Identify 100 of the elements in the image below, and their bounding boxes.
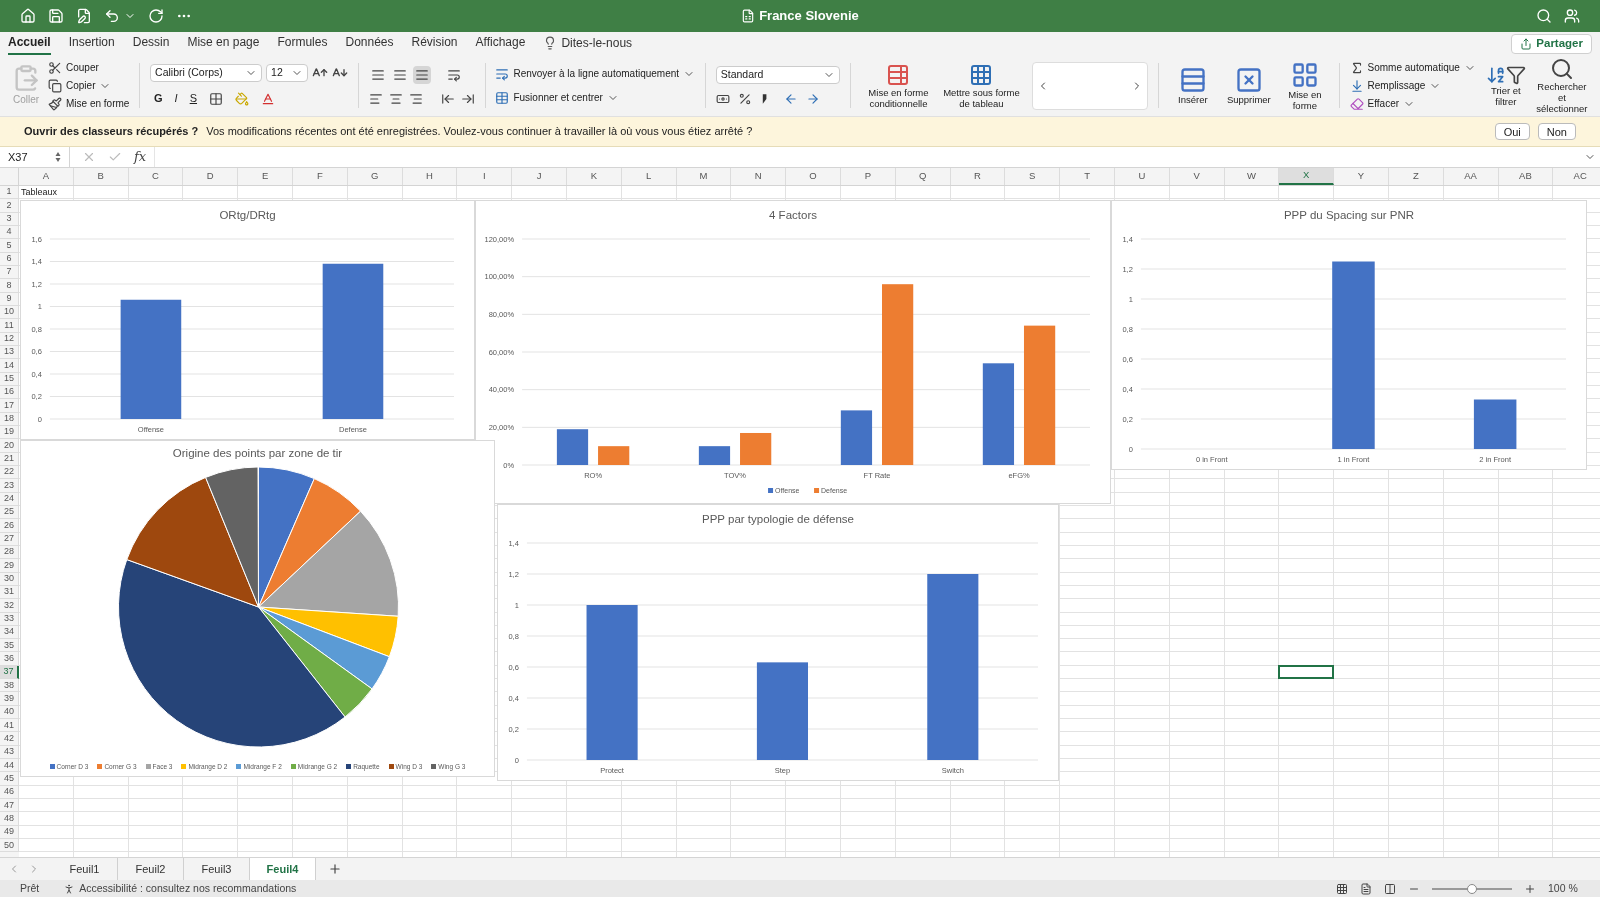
sort-filter-button[interactable]: Trier et filtrer [1485, 64, 1526, 107]
share-button[interactable]: Partager [1511, 34, 1592, 54]
row-header[interactable]: 2 [0, 199, 19, 213]
bold-button[interactable]: G [154, 90, 163, 107]
ribbon-tab[interactable]: Données [345, 33, 394, 55]
row-header[interactable]: 35 [0, 639, 19, 653]
column-header[interactable]: H [402, 168, 458, 185]
percent-icon[interactable] [737, 91, 752, 106]
row-header[interactable]: 50 [0, 839, 19, 853]
row-header[interactable]: 48 [0, 812, 19, 826]
increase-indent-icon[interactable] [460, 91, 475, 106]
column-header[interactable]: Z [1388, 168, 1444, 185]
row-header[interactable]: 11 [0, 319, 19, 333]
save-icon[interactable] [48, 8, 64, 24]
row-header[interactable]: 26 [0, 519, 19, 533]
column-header[interactable]: J [512, 168, 567, 185]
wrap-text-button[interactable]: Renvoyer à la ligne automatiquement [495, 66, 696, 81]
column-header[interactable]: O [786, 168, 841, 185]
row-header[interactable]: 20 [0, 439, 19, 453]
ribbon-tab[interactable]: Dessin [132, 33, 170, 55]
row-header[interactable]: 8 [0, 279, 19, 293]
format-painter-button[interactable]: Mise en forme [48, 96, 130, 111]
column-header[interactable]: AB [1498, 168, 1554, 185]
normal-view-icon[interactable] [1336, 882, 1348, 895]
row-header[interactable]: 17 [0, 399, 19, 413]
merge-button[interactable]: Fusionner et centrer [495, 90, 696, 105]
cut-button[interactable]: Couper [48, 60, 130, 75]
cells-button[interactable]: Supprimer [1224, 66, 1273, 105]
decrease-decimal-icon[interactable] [805, 91, 820, 106]
row-header[interactable]: 38 [0, 679, 19, 693]
cells-button[interactable]: Insérer [1168, 66, 1217, 105]
vertical-align-button[interactable] [412, 65, 431, 84]
row-header[interactable]: 36 [0, 652, 19, 666]
italic-button[interactable]: I [174, 90, 178, 107]
column-header[interactable]: U [1114, 168, 1170, 185]
align-center-icon[interactable] [388, 91, 403, 106]
ribbon-tab[interactable]: Insertion [68, 33, 115, 55]
column-header[interactable]: M [676, 168, 732, 185]
column-header[interactable]: AA [1443, 168, 1499, 185]
column-header[interactable]: E [238, 168, 293, 185]
ribbon-tab[interactable]: Affichage [475, 33, 526, 55]
notification-button[interactable]: Non [1537, 123, 1576, 140]
conditional-format-button[interactable]: Mise en forme conditionnelle [860, 62, 937, 109]
row-header[interactable]: 23 [0, 479, 19, 493]
underline-button[interactable]: S [189, 90, 197, 107]
copy-button[interactable]: Copier [48, 78, 130, 93]
row-header[interactable]: 5 [0, 239, 19, 253]
ribbon-tab[interactable]: Révision [411, 33, 458, 55]
column-header[interactable]: X [1279, 168, 1335, 185]
align-left-icon[interactable] [368, 91, 383, 106]
column-header[interactable]: Q [895, 168, 951, 185]
find-select-button[interactable]: Rechercher et sélectionner [1535, 57, 1588, 114]
zoom-level[interactable]: 100 % [1548, 880, 1580, 897]
column-header[interactable]: K [566, 168, 622, 185]
row-header[interactable]: 44 [0, 759, 19, 773]
row-header[interactable]: 41 [0, 719, 19, 733]
font-size-dropdown[interactable]: 12 [266, 64, 309, 83]
align-right-icon[interactable] [408, 91, 423, 106]
column-header[interactable]: F [293, 168, 348, 185]
borders-icon[interactable] [209, 91, 223, 106]
fill-color-icon[interactable] [235, 91, 249, 106]
clear-button[interactable]: Effacer [1349, 96, 1476, 111]
row-header[interactable]: 42 [0, 732, 19, 746]
decrease-indent-icon[interactable] [440, 91, 455, 106]
column-header[interactable]: C [128, 168, 184, 185]
people-icon[interactable] [1564, 8, 1580, 24]
row-header[interactable]: 32 [0, 599, 19, 613]
font-name-dropdown[interactable]: Calibri (Corps) [150, 64, 263, 83]
selected-cell[interactable] [1278, 664, 1335, 680]
orientation-icon[interactable] [446, 67, 461, 82]
column-header[interactable]: P [840, 168, 896, 185]
column-header[interactable]: L [621, 168, 677, 185]
notification-button[interactable]: Oui [1494, 123, 1530, 140]
row-header[interactable]: 45 [0, 772, 19, 786]
column-header[interactable]: G [347, 168, 403, 185]
accessibility-status[interactable]: Accessibilité : consultez nos recommandations [79, 880, 297, 897]
column-header[interactable]: N [731, 168, 787, 185]
name-box[interactable]: X37 [0, 147, 70, 167]
column-header[interactable]: I [457, 168, 513, 185]
row-header[interactable]: 47 [0, 799, 19, 813]
column-header[interactable]: AC [1553, 168, 1600, 185]
fill-button[interactable]: Remplissage [1349, 78, 1476, 93]
column-header[interactable]: A [19, 168, 74, 185]
tell-me-field[interactable]: Dites-le-nous [561, 34, 633, 52]
function-button[interactable]: fx [134, 147, 147, 167]
number-format-dropdown[interactable]: Standard [715, 65, 840, 84]
row-header[interactable]: 29 [0, 559, 19, 573]
column-header[interactable]: S [1005, 168, 1061, 185]
page-layout-icon[interactable] [1360, 882, 1372, 895]
undo-icon[interactable] [104, 8, 120, 24]
zoom-in-icon[interactable] [1524, 882, 1536, 895]
autosum-button[interactable]: Somme automatique [1349, 60, 1476, 75]
redo-icon[interactable] [148, 8, 164, 24]
add-sheet-icon[interactable] [328, 862, 342, 876]
column-header[interactable]: D [183, 168, 239, 185]
row-header[interactable]: 1 [0, 186, 19, 200]
format-as-table-button[interactable]: Mettre sous forme de tableau [940, 62, 1023, 109]
stepper-icon[interactable] [55, 151, 61, 163]
page-break-icon[interactable] [1384, 882, 1396, 895]
home-icon[interactable] [20, 8, 36, 24]
